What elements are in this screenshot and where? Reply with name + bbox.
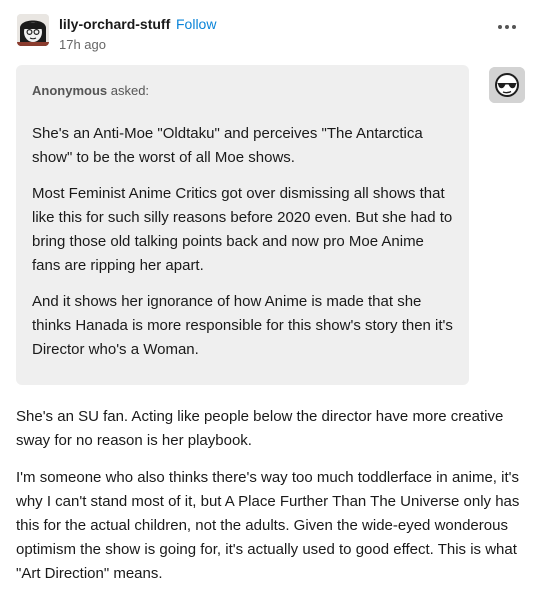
ask-box: Anonymous asked: She's an Anti-Moe "Oldt…: [16, 65, 469, 385]
answer-paragraph: She's an SU fan. Acting like people belo…: [16, 408, 504, 449]
more-options-icon[interactable]: [498, 20, 522, 34]
follow-button[interactable]: Follow: [176, 16, 216, 32]
ask-paragraph: And it shows her ignorance of how Anime …: [32, 293, 453, 358]
anonymous-avatar: [489, 67, 525, 103]
ask-paragraph: Most Feminist Anime Critics got over dis…: [32, 185, 453, 274]
username[interactable]: lily-orchard-stuff: [59, 16, 170, 32]
ask-paragraph: She's an Anti-Moe "Oldtaku" and perceive…: [32, 125, 423, 166]
avatar[interactable]: [17, 14, 49, 46]
anonymous-sunglasses-icon: [489, 67, 525, 103]
asker-suffix: asked:: [107, 83, 150, 98]
asker-line: Anonymous asked:: [32, 83, 453, 98]
answer-paragraph: I'm someone who also thinks there's way …: [16, 469, 520, 582]
timestamp: 17h ago: [59, 37, 106, 52]
asker-name: Anonymous: [32, 83, 108, 98]
avatar-cartoon-icon: [17, 14, 49, 46]
